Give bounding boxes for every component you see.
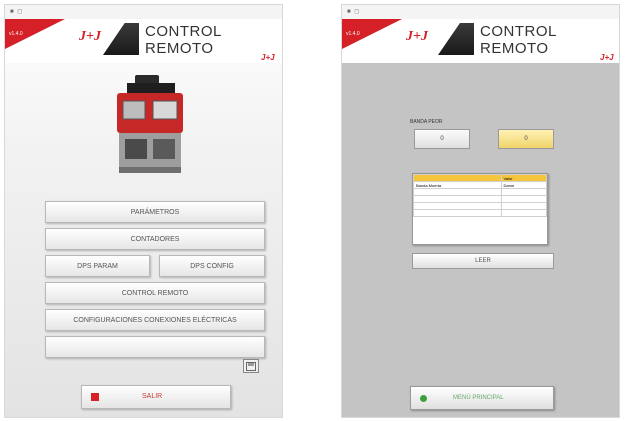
table-cell [413,188,502,196]
table-cell: Banda Muerta [413,181,502,189]
table-header-cell: Valor [500,174,547,182]
section-label: BANDA PEOR [410,119,443,125]
window-titlebar: ■ ◻ [5,5,282,19]
salir-button[interactable]: SALIR [81,385,231,409]
window-titlebar: ■ ◻ [342,5,619,19]
remote-control-screen: ■ ◻ v1.4.0 J+J CONTROL REMOTO J+J BANDA … [341,4,620,418]
table-cell [413,195,502,203]
green-dot-icon [420,395,427,402]
table-row[interactable] [413,195,547,203]
page-title: CONTROL REMOTO [474,21,619,59]
stop-icon [91,393,99,401]
main-menu-screen: ■ ◻ v1.4.0 J+J CONTROL REMOTO J+J PARÁME… [4,4,283,418]
table-row[interactable] [413,188,547,196]
control-remoto-button[interactable]: CONTROL REMOTO [45,282,265,304]
empty-button[interactable] [45,336,265,358]
salir-label: SALIR [142,393,163,400]
values-table: Valor Banda Muerta Dame [412,173,548,245]
version-label: v1.4.0 [346,31,360,37]
table-cell [500,195,547,203]
save-icon[interactable] [243,359,259,373]
table-row[interactable]: Banda Muerta Dame [413,181,547,189]
table-header-cell [413,174,502,182]
table-cell [500,202,547,210]
value-button-right[interactable]: 0 [498,129,554,149]
table-cell [413,209,502,217]
version-label: v1.4.0 [9,31,23,37]
configuraciones-button[interactable]: CONFIGURACIONES CONEXIONES ELÉCTRICAS [45,309,265,331]
table-cell [500,188,547,196]
brand-logo: J+J [406,29,428,44]
menu-principal-button[interactable]: MENÚ PRINCIPAL [410,386,554,410]
table-row[interactable] [413,209,547,217]
table-header-row: Valor [413,174,547,182]
dps-param-button[interactable]: DPS PARAM [45,255,150,277]
value-button-left[interactable]: 0 [414,129,470,149]
window-controls[interactable]: ■ ◻ [347,8,360,15]
leer-button[interactable]: LEER [412,253,554,269]
menu-principal-label: MENÚ PRINCIPAL [453,395,504,401]
table-row[interactable] [413,202,547,210]
table-cell: Dame [500,181,547,189]
parametros-button[interactable]: PARÁMETROS [45,201,265,223]
table-cell [500,209,547,217]
actuator-image [117,75,183,173]
brand-mark: J+J [261,53,275,62]
table-cell [413,202,502,210]
dps-config-button[interactable]: DPS CONFIG [159,255,265,277]
brand-logo: J+J [79,29,101,44]
brand-mark: J+J [600,53,614,62]
window-controls[interactable]: ■ ◻ [10,8,23,15]
contadores-button[interactable]: CONTADORES [45,228,265,250]
